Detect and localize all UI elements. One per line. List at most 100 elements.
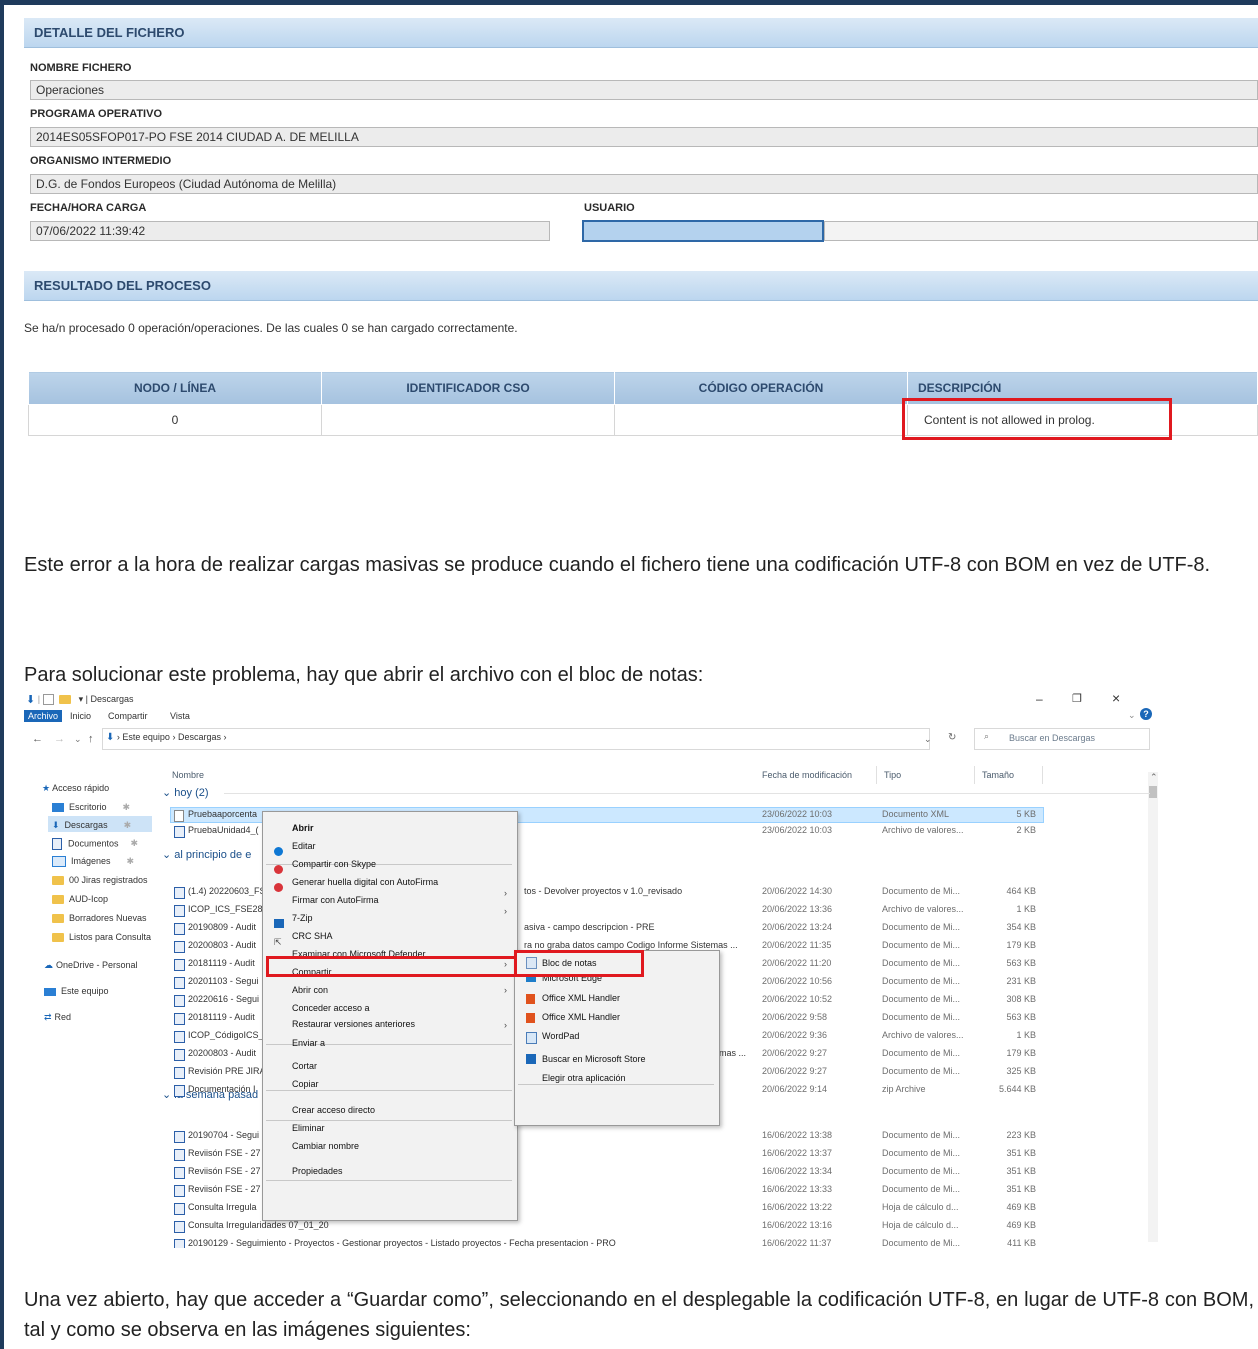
document-file-icon [174, 1239, 185, 1248]
office-icon [526, 994, 535, 1004]
nav-item-listos[interactable]: Listos para Consulta [52, 932, 152, 943]
file-name: 20220616 - Segui [188, 994, 260, 1004]
document-file-icon [174, 1185, 185, 1197]
column-header-date[interactable]: Fecha de modificación [762, 770, 852, 780]
submenu-elegir-otra[interactable]: Elegir otra aplicación [542, 1073, 626, 1083]
scrollbar-thumb[interactable] [1149, 786, 1157, 798]
file-name: 20181119 - Audit [188, 958, 255, 968]
menu-huella-autofirma[interactable]: Generar huella digital con AutoFirma [292, 877, 438, 887]
computer-icon [44, 987, 56, 996]
menu-crc-sha[interactable]: CRC SHA [292, 931, 333, 941]
menu-compartir-skype[interactable]: Compartir con Skype [292, 859, 376, 869]
column-header-size[interactable]: Tamaño [982, 770, 1014, 780]
menu-enviar-a[interactable]: Enviar a [292, 1038, 325, 1048]
file-date: 23/06/2022 10:03 [762, 825, 833, 835]
address-dropdown-icon[interactable]: ⌄ [924, 734, 932, 745]
file-name: 20200803 - Audit [188, 1048, 257, 1058]
submenu-office-xml-1[interactable]: Office XML Handler [542, 993, 620, 1003]
file-size: 231 KB [1006, 976, 1036, 986]
minimize-button[interactable]: – [1036, 692, 1043, 706]
submenu-microsoft-store[interactable]: Buscar en Microsoft Store [542, 1054, 646, 1064]
qat-dropdown-icon[interactable]: ▾ | [79, 694, 88, 704]
nav-quick-access[interactable]: ★ Acceso rápido [42, 783, 109, 794]
breadcrumb: ⬇ › Este equipo › Descargas › [106, 732, 227, 743]
pin-icon: ✱ [126, 856, 135, 866]
menu-cambiar-nombre[interactable]: Cambiar nombre [292, 1141, 359, 1151]
column-divider [974, 766, 975, 784]
file-name-tail: ra no graba datos campo Codigo Informe S… [524, 940, 738, 950]
forward-icon[interactable]: → [54, 733, 65, 745]
nav-este-equipo[interactable]: Este equipo [44, 986, 109, 996]
new-folder-icon[interactable] [59, 695, 72, 704]
nav-item-escritorio[interactable]: Escritorio ✱ [52, 802, 130, 813]
nav-item-imagenes[interactable]: Imágenes ✱ [52, 856, 135, 868]
vertical-scrollbar[interactable] [1148, 772, 1158, 1242]
scroll-up-icon[interactable]: ⌃ [1150, 772, 1158, 783]
properties-icon[interactable] [42, 694, 54, 705]
recent-dropdown-icon[interactable]: ⌄ [74, 734, 82, 745]
column-header-type[interactable]: Tipo [884, 770, 901, 780]
nav-item-jiras[interactable]: 00 Jiras registrados [52, 875, 148, 886]
file-size: 1 KB [1016, 904, 1036, 914]
file-size: 354 KB [1006, 922, 1036, 932]
breadcrumb-descargas[interactable]: Descargas [178, 732, 221, 742]
menu-crear-acceso[interactable]: Crear acceso directo [292, 1105, 375, 1115]
file-date: 16/06/2022 13:38 [762, 1130, 833, 1140]
menu-restaurar[interactable]: Restaurar versiones anteriores [292, 1019, 415, 1029]
nav-item-descargas[interactable]: ⬇ Descargas ✱ [52, 820, 131, 831]
file-size: 411 KB [1007, 1238, 1036, 1248]
group-header-month[interactable]: ⌄ al principio de e [162, 848, 251, 861]
nav-item-borradores[interactable]: Borradores Nuevas [52, 913, 147, 924]
office-icon [526, 1013, 535, 1023]
menu-cortar[interactable]: Cortar [292, 1061, 317, 1071]
menu-firmar-autofirma[interactable]: Firmar con AutoFirma [292, 895, 379, 905]
file-date: 20/06/2022 9:36 [762, 1030, 828, 1040]
nav-red[interactable]: ⇄ Red [44, 1012, 71, 1023]
refresh-icon[interactable]: ↻ [948, 732, 956, 743]
desktop-icon [52, 803, 64, 813]
document-file-icon [174, 1221, 185, 1233]
cell-identificador [321, 404, 615, 436]
nav-item-aud-icop[interactable]: AUD-Icop [52, 894, 108, 905]
menu-abrir[interactable]: Abrir [292, 823, 314, 833]
usuario-label: USUARIO [584, 202, 635, 214]
cell-nodo: 0 [28, 404, 322, 436]
submenu-office-xml-2[interactable]: Office XML Handler [542, 1012, 620, 1022]
menu-abrir-con[interactable]: Abrir con [292, 985, 328, 995]
menu-conceder-acceso[interactable]: Conceder acceso a [292, 1003, 370, 1013]
submenu-arrow-icon: › [504, 888, 507, 898]
help-icon[interactable]: ? [1140, 708, 1152, 720]
breadcrumb-este-equipo[interactable]: Este equipo [122, 732, 170, 742]
title-bar: ⬇ | ▾ | Descargas [26, 693, 134, 706]
column-header-name[interactable]: Nombre [172, 770, 204, 780]
nav-onedrive[interactable]: ☁ OneDrive - Personal [44, 960, 138, 971]
back-icon[interactable]: ← [32, 733, 43, 745]
result-message: Se ha/n procesado 0 operación/operacione… [24, 321, 518, 335]
submenu-wordpad[interactable]: WordPad [542, 1031, 579, 1041]
document-file-icon [174, 1203, 185, 1215]
file-name: Documentación I [188, 1084, 256, 1094]
menu-eliminar[interactable]: Eliminar [292, 1123, 325, 1133]
nav-item-documentos[interactable]: Documentos ✱ [52, 838, 138, 850]
tab-archivo[interactable]: Archivo [24, 710, 63, 722]
fecha-field: 07/06/2022 11:39:42 [30, 221, 550, 241]
tab-inicio[interactable]: Inicio [70, 711, 91, 721]
menu-7zip[interactable]: 7-Zip [292, 913, 313, 923]
tab-vista[interactable]: Vista [170, 711, 190, 721]
close-button[interactable]: × [1112, 692, 1120, 706]
menu-editar[interactable]: Editar [292, 841, 316, 851]
menu-copiar[interactable]: Copiar [292, 1079, 319, 1089]
file-date: 16/06/2022 13:33 [762, 1184, 833, 1194]
wordpad-icon [526, 1032, 537, 1044]
tab-compartir[interactable]: Compartir [108, 711, 148, 721]
menu-propiedades[interactable]: Propiedades [292, 1166, 343, 1176]
restore-button[interactable]: ❐ [1072, 692, 1082, 705]
page-frame-top [0, 0, 1258, 5]
up-icon[interactable]: ↑ [88, 733, 94, 745]
group-header-today[interactable]: ⌄ hoy (2) [162, 786, 209, 799]
document-file-icon [174, 905, 185, 917]
ribbon-expand-icon[interactable]: ⌄ [1128, 710, 1136, 721]
nombre-label: NOMBRE FICHERO [30, 62, 132, 74]
folder-icon [52, 895, 64, 905]
programa-field: 2014ES05SFOP017-PO FSE 2014 CIUDAD A. DE… [30, 127, 1258, 147]
